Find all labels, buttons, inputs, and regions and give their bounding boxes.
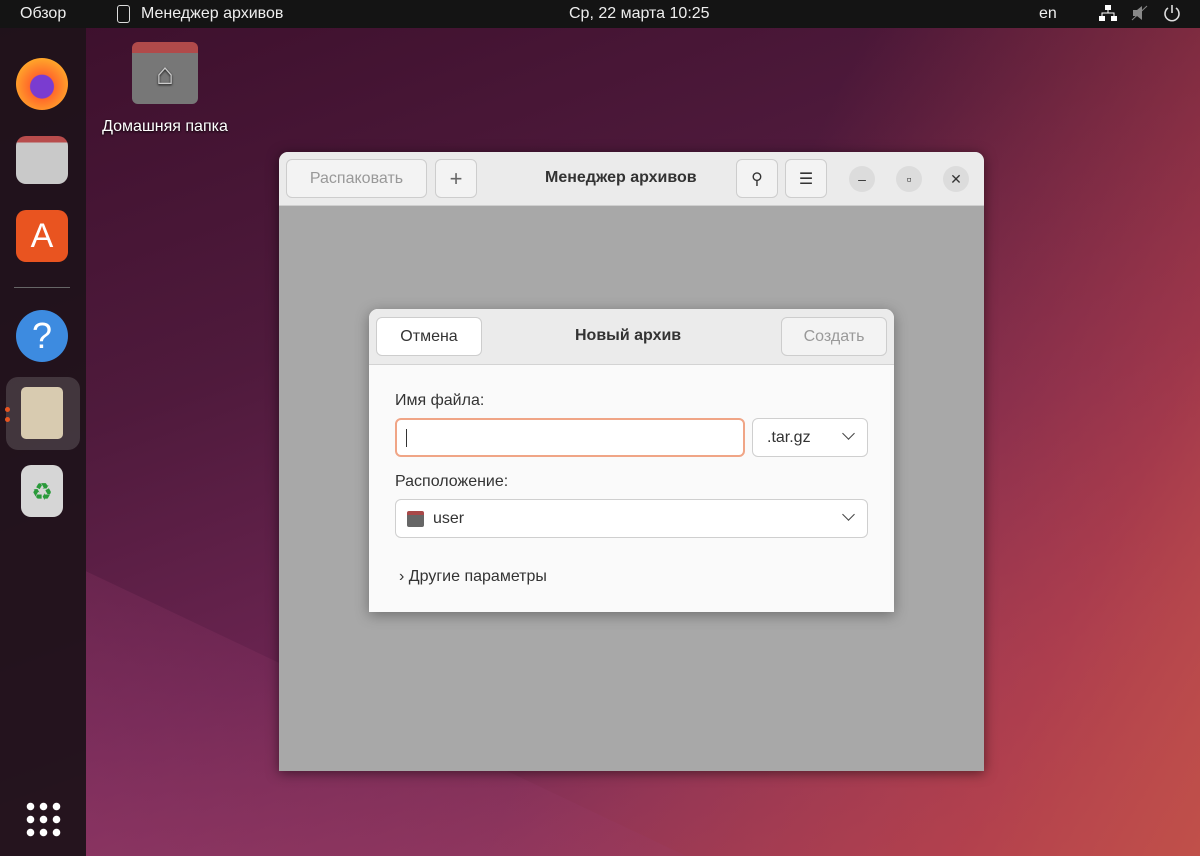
running-indicator (5, 417, 10, 422)
add-files-button[interactable]: + (435, 159, 477, 198)
clock[interactable]: Ср, 22 марта 10:25 (569, 5, 710, 23)
home-folder-label: Домашняя папка (102, 118, 228, 135)
archive-manager-dock-item[interactable] (6, 377, 80, 450)
minimize-button[interactable]: – (849, 166, 875, 192)
chevron-down-icon (842, 427, 855, 440)
archive-icon (21, 387, 63, 439)
window-headerbar: Распаковать + Менеджер архивов ⚲ ☰ – ▫ ✕ (279, 152, 984, 206)
close-button[interactable]: ✕ (943, 166, 969, 192)
location-label: Расположение: (395, 473, 509, 490)
filename-label: Имя файла: (395, 392, 485, 409)
power-icon[interactable] (1163, 3, 1181, 28)
window-title: Менеджер архивов (545, 169, 697, 186)
location-value: user (433, 510, 465, 527)
top-bar: Обзор Менеджер архивов Ср, 22 марта 10:2… (0, 0, 1200, 28)
help-icon[interactable]: ? (16, 310, 68, 362)
cancel-button[interactable]: Отмена (376, 317, 482, 356)
menu-button[interactable]: ☰ (785, 159, 827, 198)
extract-button[interactable]: Распаковать (286, 159, 427, 198)
volume-muted-icon[interactable] (1131, 4, 1149, 27)
archive-app-icon (117, 5, 130, 23)
location-dropdown[interactable]: user (395, 499, 868, 538)
home-folder-icon (407, 511, 424, 527)
extension-value: .tar.gz (767, 429, 811, 446)
app-menu[interactable]: Менеджер архивов (141, 5, 283, 23)
create-button[interactable]: Создать (781, 317, 887, 356)
extension-dropdown[interactable]: .tar.gz (752, 418, 868, 457)
home-folder-icon: ⌂ (132, 42, 198, 104)
activities-button[interactable]: Обзор (20, 5, 66, 23)
language-indicator[interactable]: en (1039, 5, 1057, 23)
chevron-down-icon (842, 508, 855, 521)
hamburger-icon: ☰ (798, 170, 814, 188)
trash-icon[interactable]: ♻ (21, 465, 63, 517)
show-apps-icon[interactable] (24, 800, 62, 838)
network-icon[interactable] (1098, 4, 1118, 27)
app-center-icon[interactable]: A (16, 210, 68, 262)
search-button[interactable]: ⚲ (736, 159, 778, 198)
dock: A ? ♻ (0, 28, 86, 856)
dialog-headerbar: Отмена Новый архив Создать (369, 309, 894, 365)
firefox-icon[interactable] (16, 58, 68, 110)
home-folder-desktop-icon[interactable]: ⌂ Домашняя папка (94, 42, 236, 136)
new-archive-dialog: Отмена Новый архив Создать Имя файла: .t… (369, 309, 894, 612)
chevron-right-icon: › (399, 568, 405, 585)
text-cursor (406, 429, 407, 447)
running-indicator (5, 407, 10, 412)
dialog-title: Новый архив (575, 327, 682, 344)
files-icon[interactable] (16, 136, 68, 184)
more-options-label: Другие параметры (408, 568, 547, 585)
filename-input[interactable] (395, 418, 745, 457)
search-icon: ⚲ (751, 170, 763, 188)
maximize-button[interactable]: ▫ (896, 166, 922, 192)
dock-separator (14, 287, 70, 288)
more-options-expander[interactable]: › Другие параметры (399, 568, 547, 586)
